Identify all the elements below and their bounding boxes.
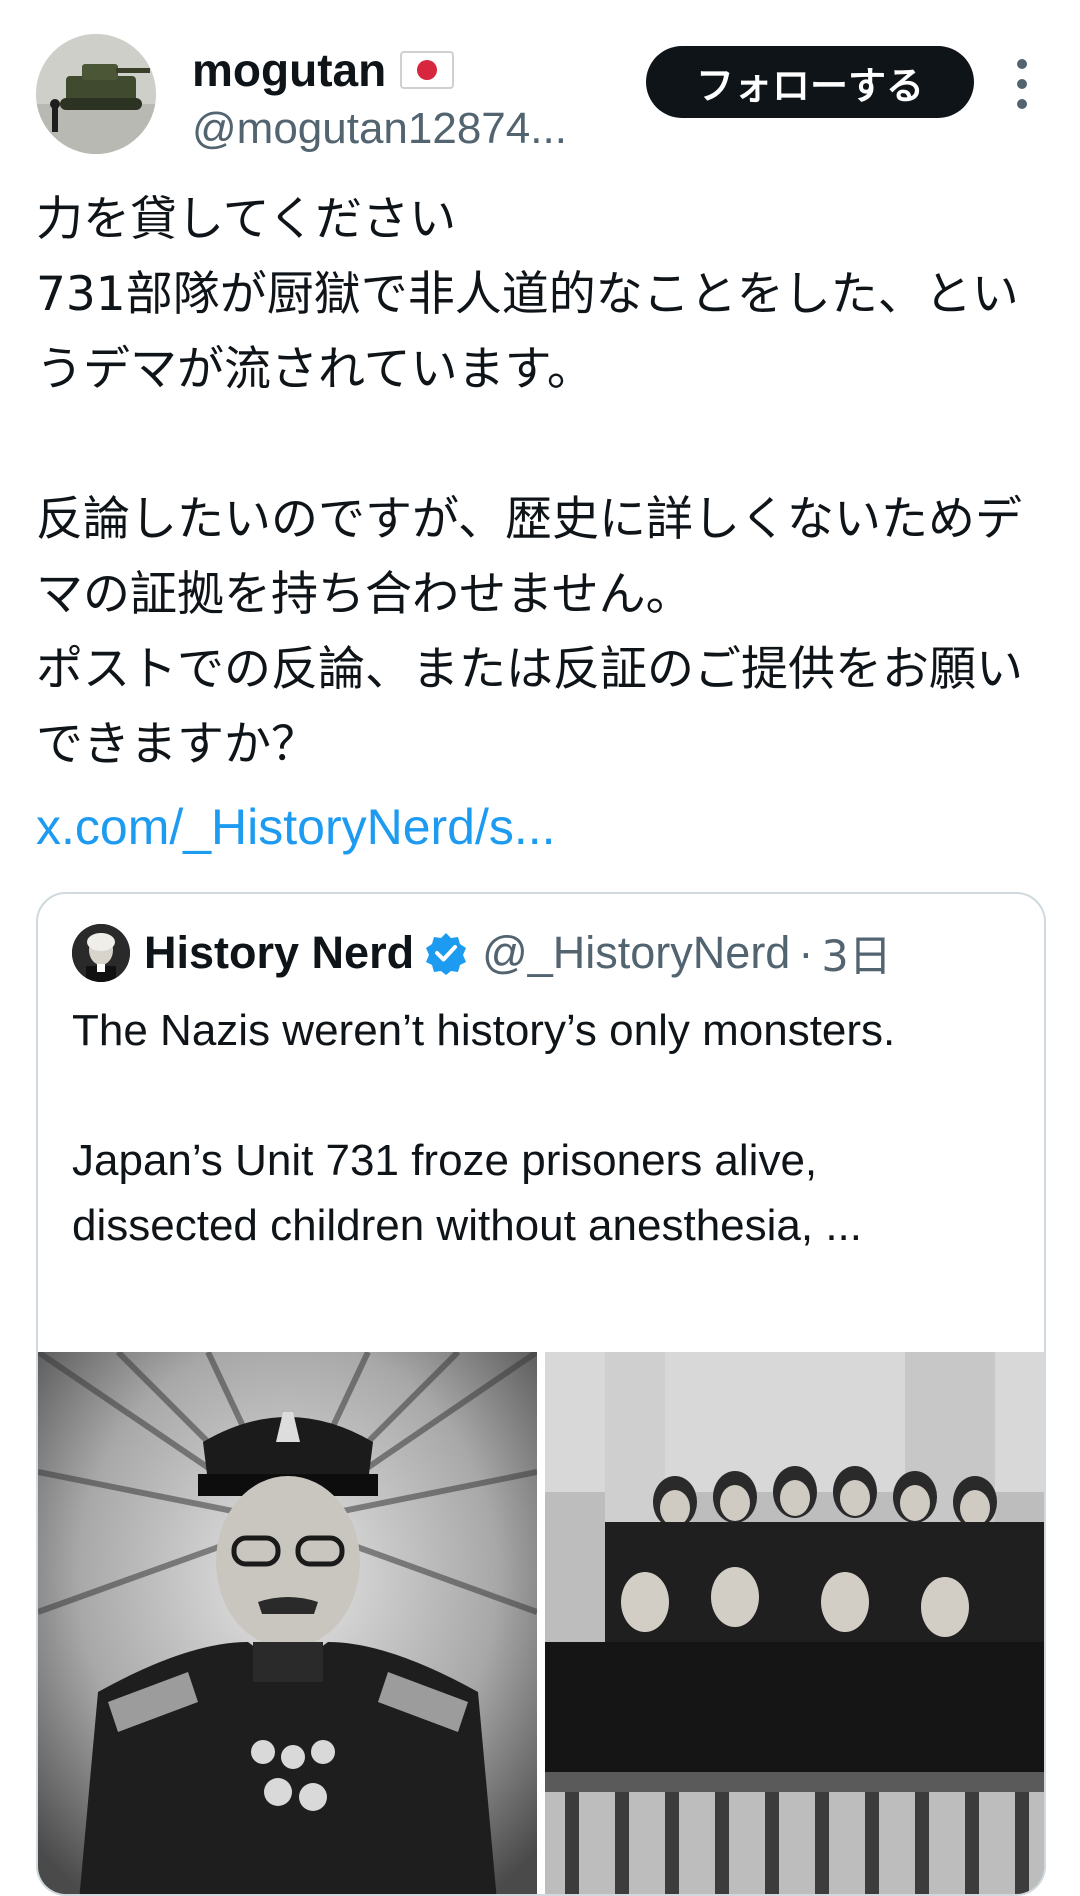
quoted-author-handle[interactable]: @_HistoryNerd <box>482 927 790 979</box>
quoted-post-time[interactable]: 3日 <box>821 922 891 984</box>
tank-photo-avatar-icon <box>36 34 156 154</box>
quoted-author-name[interactable]: History Nerd <box>144 927 414 979</box>
quoted-post-header: History Nerd @_HistoryNerd · 3日 <box>72 924 892 982</box>
japan-flag-icon <box>400 51 455 89</box>
more-options-button[interactable] <box>1004 54 1040 114</box>
post-text: 力を貸してください 731部隊が厨獄で非人道的なことをした、というデマが流されて… <box>36 192 1023 772</box>
quoted-post-text: The Nazis weren’t history’s only monster… <box>72 1006 896 1250</box>
post-header: mogutan @mogutan12874... フォローする <box>0 0 1080 160</box>
quoted-post-card[interactable]: History Nerd @_HistoryNerd · 3日 The Nazi… <box>36 892 1046 1896</box>
officer-portrait-photo <box>38 1352 537 1894</box>
courtroom-photo <box>545 1352 1044 1894</box>
post-link[interactable]: x.com/_HistoryNerd/s... <box>36 798 556 856</box>
verified-badge-icon <box>426 933 467 975</box>
washington-portrait-avatar-icon <box>72 924 130 982</box>
quoted-author-avatar[interactable] <box>72 924 130 982</box>
more-vertical-icon <box>1017 59 1027 109</box>
author-avatar[interactable] <box>36 34 156 154</box>
quoted-post-media <box>38 1352 1044 1894</box>
author-handle[interactable]: @mogutan12874... <box>192 104 567 154</box>
follow-button[interactable]: フォローする <box>646 46 974 118</box>
header-separator: · <box>798 927 814 978</box>
author-name-row: mogutan <box>192 40 455 100</box>
author-display-name[interactable]: mogutan <box>192 43 386 97</box>
media-photo-2[interactable] <box>545 1352 1044 1894</box>
media-photo-1[interactable] <box>38 1352 537 1894</box>
